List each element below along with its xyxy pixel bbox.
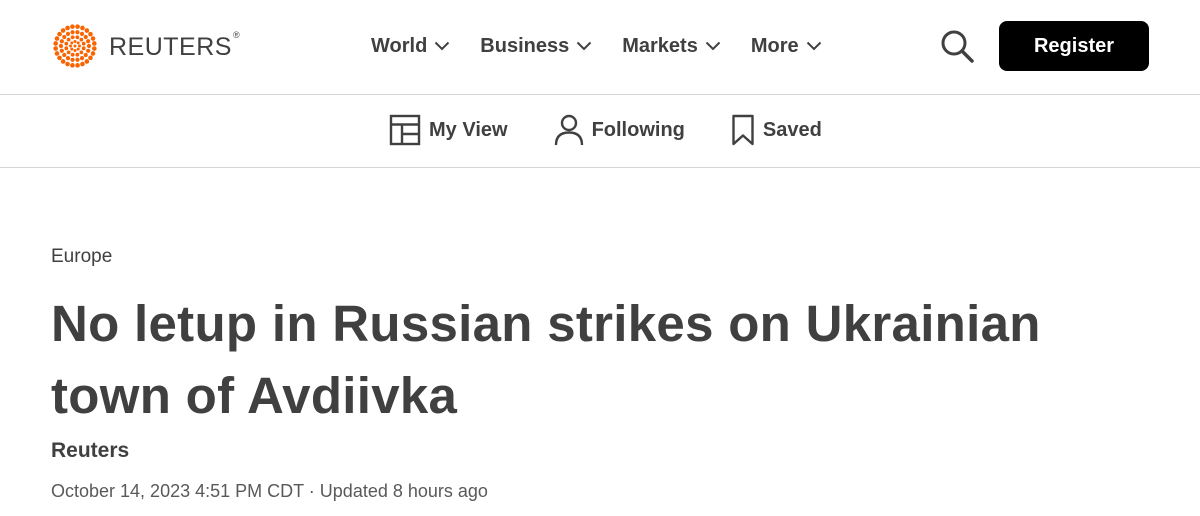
nav-item-markets[interactable]: Markets: [622, 35, 721, 58]
search-icon[interactable]: [939, 28, 975, 64]
section-link[interactable]: Europe: [51, 246, 112, 268]
nav-item-label: Markets: [622, 34, 698, 57]
my-view-label: My View: [429, 118, 508, 141]
chevron-down-icon: [806, 41, 822, 51]
following-label: Following: [591, 118, 685, 141]
person-icon: [554, 114, 584, 146]
nav-item-label: World: [371, 34, 428, 57]
personal-nav: My View Following Saved: [389, 113, 868, 147]
logo-text: REUTERS: [109, 32, 232, 61]
registered-mark: ®: [232, 30, 240, 40]
author-byline[interactable]: Reuters: [51, 439, 129, 463]
saved-label: Saved: [762, 118, 822, 141]
article-headline: No letup in Russian strikes on Ukrainian…: [51, 295, 1041, 424]
site-header: REUTERS ® World Business Markets More Re…: [0, 0, 1200, 95]
my-view-link[interactable]: My View: [389, 114, 508, 146]
chevron-down-icon: [705, 41, 721, 51]
chevron-down-icon: [576, 41, 592, 51]
following-link[interactable]: Following: [554, 114, 685, 146]
nav-item-more[interactable]: More: [751, 35, 822, 58]
article-dateline: October 14, 2023 4:51 PM CDT · Updated 8…: [51, 481, 488, 501]
nav-item-business[interactable]: Business: [480, 35, 592, 58]
chevron-down-icon: [434, 41, 450, 51]
reuters-logo[interactable]: REUTERS ®: [51, 22, 240, 70]
main-nav: World Business Markets More: [371, 30, 852, 62]
register-button[interactable]: Register: [999, 21, 1149, 71]
bookmark-icon: [731, 114, 755, 146]
reuters-logo-icon: [53, 24, 97, 68]
saved-link[interactable]: Saved: [731, 114, 822, 146]
layout-icon: [389, 114, 421, 146]
nav-item-world[interactable]: World: [371, 35, 450, 58]
nav-item-label: More: [750, 34, 799, 57]
personal-nav-bar: My View Following Saved: [0, 95, 1200, 168]
nav-item-label: Business: [480, 34, 570, 57]
